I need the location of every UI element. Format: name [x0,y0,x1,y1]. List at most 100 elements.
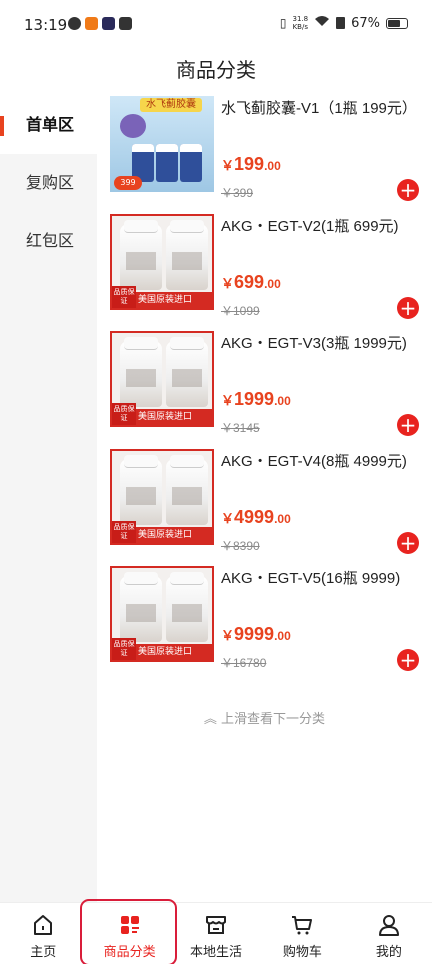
product-title[interactable]: AKG・EGT-V3(3瓶 1999元) [221,333,421,354]
tab-label: 我的 [375,945,402,960]
price-decimal: .00 [274,629,291,643]
sidebar-item-repurchase[interactable]: 复购区 [0,154,97,212]
bottom-tab-bar: 主页 商品分类 本地生活 购物车 我的 [0,899,432,964]
bottle-graphic [120,337,162,407]
price-decimal: .00 [274,511,291,526]
page-title: 商品分类 [176,58,256,82]
quality-badge: 品质保证 [112,638,136,660]
flower-graphic [120,114,146,138]
app-notification-icon [102,17,115,30]
product-price: ￥199.00 [221,154,281,175]
app-notification-icon [85,17,98,30]
add-to-cart-button[interactable]: + [397,530,419,555]
quality-badge: 品质保证 [112,285,136,308]
status-bar: 13:19 ▯ 31.8 KB/s 67% [0,0,432,50]
status-time: 13:19 [24,16,68,34]
product-can [180,144,202,182]
shop-icon [206,916,227,934]
product-price: ￥1999.00 [221,389,291,410]
price-decimal: .00 [264,276,281,291]
product-card[interactable]: 美国原装进口 品质保证 AKG・EGT-V2(1瓶 699元) ￥699.00 … [97,213,432,332]
product-card[interactable]: 美国原装进口 品质保证 AKG・EGT-V4(8瓶 4999元) ￥4999.0… [97,448,432,567]
product-list: 水飞蓟胶囊 399 水飞蓟胶囊-V1（1瓶 199元） ￥199.00 ￥399… [97,96,432,684]
scroll-next-category-hint[interactable]: ︽ 上滑查看下一分类 [97,708,432,727]
app-notification-icon [119,17,132,30]
product-image[interactable]: 水飞蓟胶囊 399 [110,96,214,192]
currency-symbol: ￥ [221,158,235,173]
currency-symbol: ￥ [221,510,235,526]
vibrate-icon: ▯ [279,16,287,30]
currency-symbol: ￥ [221,275,235,291]
tab-me[interactable]: 我的 [346,903,432,964]
product-title[interactable]: AKG・EGT-V4(8瓶 4999元) [221,451,421,472]
add-to-cart-button[interactable]: + [397,179,419,201]
app-notification-icon [68,17,81,30]
notification-icons [68,17,132,30]
product-price: ￥4999.00 [221,507,291,528]
bottle-graphic [120,454,162,525]
product-title[interactable]: AKG・EGT-V5(16瓶 9999) [221,568,421,589]
add-to-cart-button[interactable]: + [397,414,419,436]
bottle-graphic [166,572,208,642]
product-title[interactable]: AKG・EGT-V2(1瓶 699元) [221,216,421,237]
bottle-graphic [166,454,208,525]
tab-label: 购物车 [282,945,322,960]
original-price: ￥16780 [221,656,267,670]
cart-icon [292,916,313,935]
original-price: ￥1099 [221,303,260,318]
original-price: ￥8390 [221,538,260,553]
quality-badge: 品质保证 [112,520,136,543]
add-to-cart-button[interactable]: + [397,295,419,320]
image-price-badge: 399 [114,176,142,190]
product-price: ￥699.00 [221,272,281,293]
product-image[interactable]: 美国原装进口 品质保证 [110,213,214,310]
image-banner: 水飞蓟胶囊 [140,98,202,112]
add-to-cart-button[interactable]: + [397,649,419,671]
original-price: ￥399 [221,186,254,200]
tab-local-life[interactable]: 本地生活 [173,903,259,964]
plus-icon: + [399,413,417,437]
network-speed: 31.8 KB/s [293,15,309,31]
bottle-graphic [120,219,162,290]
tab-home[interactable]: 主页 [0,903,86,964]
price-integer: 4999 [234,506,275,527]
product-card[interactable]: 水飞蓟胶囊 399 水飞蓟胶囊-V1（1瓶 199元） ￥199.00 ￥399… [97,96,432,214]
product-card[interactable]: 美国原装进口 品质保证 AKG・EGT-V3(3瓶 1999元) ￥1999.0… [97,331,432,449]
original-price: ￥3145 [221,421,260,435]
price-integer: 9999 [234,624,275,644]
net-speed-value: 31.8 [292,15,309,23]
tab-label: 本地生活 [190,945,243,960]
price-integer: 699 [234,271,265,292]
product-image[interactable]: 美国原装进口 品质保证 [110,448,214,545]
home-icon [34,915,53,935]
category-icon [120,916,139,934]
currency-symbol: ￥ [221,393,235,408]
tab-category[interactable]: 商品分类 [80,899,178,964]
product-price: ￥9999.00 [221,624,291,645]
sidebar-item-red-packet[interactable]: 红包区 [0,212,97,270]
tab-label: 主页 [30,945,57,960]
status-right: ▯ 31.8 KB/s 67% [280,15,408,31]
tab-cart[interactable]: 购物车 [259,903,345,964]
user-icon [378,915,399,936]
plus-icon: + [399,648,417,672]
battery-icon [386,17,408,29]
quality-badge: 品质保证 [112,403,136,425]
category-sidebar: 首单区 复购区 红包区 [0,96,97,902]
product-image[interactable]: 美国原装进口 品质保证 [110,566,214,662]
plus-icon: + [399,530,417,555]
price-integer: 1999 [234,389,275,409]
product-title[interactable]: 水飞蓟胶囊-V1（1瓶 199元） [221,98,421,119]
sidebar-item-first-order[interactable]: 首单区 [0,96,97,154]
battery-percent: 67% [351,15,380,31]
product-can [156,144,178,182]
sim-icon [336,17,346,29]
wifi-icon [314,15,330,31]
product-card[interactable]: 美国原装进口 品质保证 AKG・EGT-V5(16瓶 9999) ￥9999.0… [97,566,432,684]
product-image[interactable]: 美国原装进口 品质保证 [110,331,214,427]
bottle-graphic [120,572,162,642]
price-integer: 199 [234,154,265,174]
plus-icon: + [399,178,417,202]
plus-icon: + [399,295,417,320]
net-speed-unit: KB/s [292,23,308,31]
